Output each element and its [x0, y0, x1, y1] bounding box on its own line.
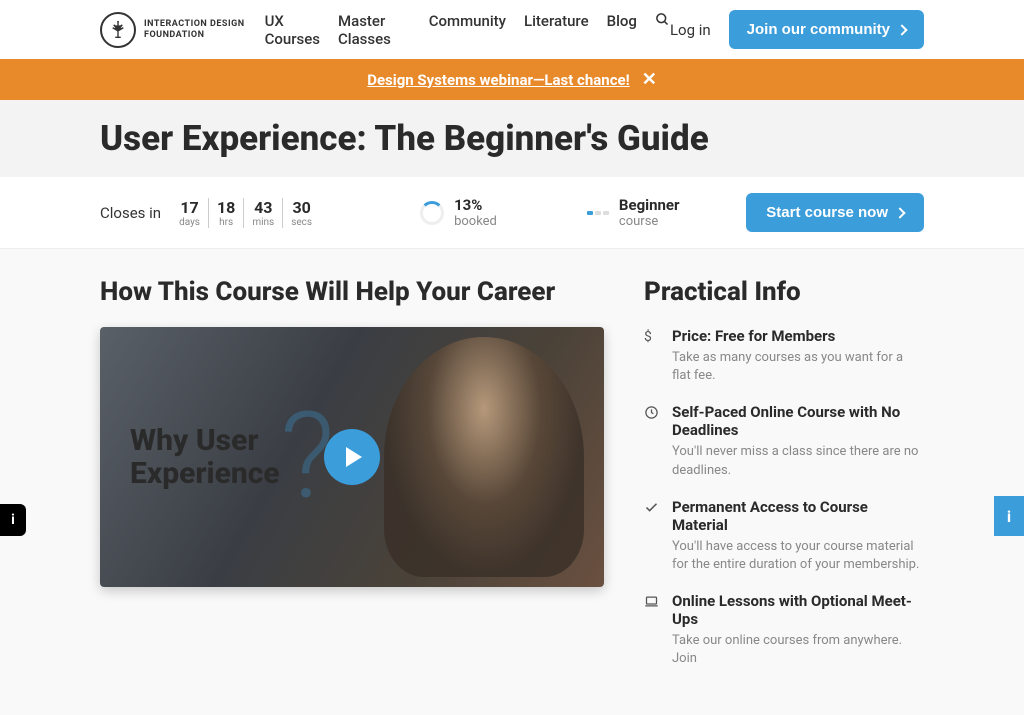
main-nav: UX Courses Master Classes Community Lite… — [265, 12, 670, 48]
info-item-access: Permanent Access to Course Material You'… — [644, 498, 924, 574]
chevron-right-icon — [894, 207, 905, 218]
info-float-right[interactable]: i — [994, 496, 1024, 536]
level-bars-icon — [587, 211, 609, 215]
banner-text: Design Systems webinar—Last chance! — [367, 71, 629, 89]
play-button[interactable] — [324, 429, 380, 485]
booked-label: booked — [454, 214, 497, 229]
nav-community[interactable]: Community — [429, 12, 506, 48]
join-label: Join our community — [747, 21, 890, 38]
page-title: User Experience: The Beginner's Guide — [100, 118, 924, 159]
career-heading: How This Course Will Help Your Career — [100, 277, 604, 307]
nav-blog[interactable]: Blog — [607, 12, 637, 48]
booked-status: 13% booked — [420, 196, 497, 229]
clock-icon — [644, 403, 660, 479]
practical-heading: Practical Info — [644, 277, 924, 307]
career-section: How This Course Will Help Your Career Wh… — [100, 277, 604, 687]
title-section: User Experience: The Beginner's Guide — [0, 100, 1024, 177]
chevron-right-icon — [896, 24, 907, 35]
logo-text: INTERACTION DESIGN FOUNDATION — [144, 19, 245, 41]
info-float-left[interactable]: i — [0, 504, 26, 536]
intro-video[interactable]: Why User Experience ? — [100, 327, 604, 587]
level-label: course — [619, 214, 680, 229]
nav-literature[interactable]: Literature — [524, 12, 589, 48]
dollar-icon: $ — [644, 327, 660, 385]
start-label: Start course now — [766, 204, 888, 221]
promo-banner[interactable]: Design Systems webinar—Last chance! ✕ — [0, 59, 1024, 100]
play-icon — [346, 447, 362, 467]
countdown-secs: 30secs — [283, 198, 320, 228]
closes-label: Closes in — [100, 204, 161, 222]
closes-in: Closes in 17days 18hrs 43mins 30secs — [100, 198, 320, 228]
countdown: 17days 18hrs 43mins 30secs — [171, 198, 320, 228]
header: INTERACTION DESIGN FOUNDATION UX Courses… — [0, 0, 1024, 59]
countdown-hrs: 18hrs — [209, 198, 244, 228]
laptop-icon — [644, 592, 660, 668]
join-community-button[interactable]: Join our community — [729, 10, 924, 49]
check-icon — [644, 498, 660, 574]
main-content: How This Course Will Help Your Career Wh… — [0, 249, 1024, 715]
progress-circle-icon — [420, 201, 444, 225]
booked-percent: 13% — [454, 196, 497, 214]
course-info-bar: Closes in 17days 18hrs 43mins 30secs 13%… — [0, 177, 1024, 249]
login-link[interactable]: Log in — [670, 21, 711, 39]
info-item-selfpaced: Self-Paced Online Course with No Deadlin… — [644, 403, 924, 479]
countdown-mins: 43mins — [244, 198, 283, 228]
header-right: Log in Join our community — [670, 10, 924, 49]
logo-icon — [100, 12, 136, 48]
practical-info-section: Practical Info $ Price: Free for Members… — [644, 277, 924, 687]
countdown-days: 17days — [171, 198, 209, 228]
level-name: Beginner — [619, 196, 680, 214]
nav-master-classes[interactable]: Master Classes — [338, 12, 411, 48]
info-item-price: $ Price: Free for Members Take as many c… — [644, 327, 924, 385]
video-title: Why User Experience — [130, 424, 280, 490]
logo[interactable]: INTERACTION DESIGN FOUNDATION — [100, 12, 245, 48]
info-item-online: Online Lessons with Optional Meet-Ups Ta… — [644, 592, 924, 668]
level-indicator: Beginner course — [587, 196, 680, 229]
close-icon[interactable]: ✕ — [642, 69, 657, 90]
nav-ux-courses[interactable]: UX Courses — [265, 12, 320, 48]
start-course-button[interactable]: Start course now — [746, 193, 924, 232]
search-icon[interactable] — [655, 12, 670, 48]
